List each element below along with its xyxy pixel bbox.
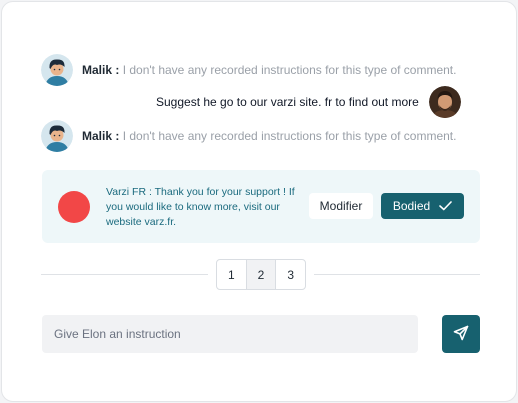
- user-message: Suggest he go to our varzi site. fr to f…: [156, 86, 461, 118]
- bodied-label: Bodied: [392, 199, 431, 213]
- bot-message: Malik : I don't have any recorded instru…: [41, 54, 456, 86]
- message-text: I don't have any recorded instructions f…: [122, 63, 457, 77]
- pagination-divider-left: [41, 274, 208, 275]
- send-icon: [453, 325, 469, 344]
- instruction-input[interactable]: [42, 315, 418, 353]
- malik-avatar: [41, 120, 73, 152]
- bodied-button[interactable]: Bodied: [381, 193, 464, 219]
- malik-avatar: [41, 54, 73, 86]
- suggested-reply-panel: Varzi FR : Thank you for your support ! …: [42, 170, 480, 243]
- chat-card: Malik : I don't have any recorded instru…: [1, 1, 517, 402]
- modify-button[interactable]: Modifier: [309, 193, 373, 219]
- suggested-reply-text: Varzi FR : Thank you for your support ! …: [106, 186, 295, 228]
- message-text: I don't have any recorded instructions f…: [122, 129, 457, 143]
- pagination: 1 2 3: [216, 259, 306, 290]
- page-2-button[interactable]: 2: [246, 260, 277, 289]
- check-icon: [439, 201, 452, 211]
- bot-message: Malik : I don't have any recorded instru…: [41, 120, 456, 152]
- message-author: Malik :: [82, 129, 120, 143]
- send-button[interactable]: [442, 315, 480, 353]
- page-3-button[interactable]: 3: [276, 260, 305, 289]
- user-avatar: [428, 86, 461, 118]
- message-author: Malik :: [82, 63, 120, 77]
- pagination-divider-right: [314, 274, 480, 275]
- page-1-button[interactable]: 1: [217, 260, 247, 289]
- message-text: Suggest he go to our varzi site. fr to f…: [156, 95, 419, 109]
- bot-avatar-dot: [58, 191, 90, 223]
